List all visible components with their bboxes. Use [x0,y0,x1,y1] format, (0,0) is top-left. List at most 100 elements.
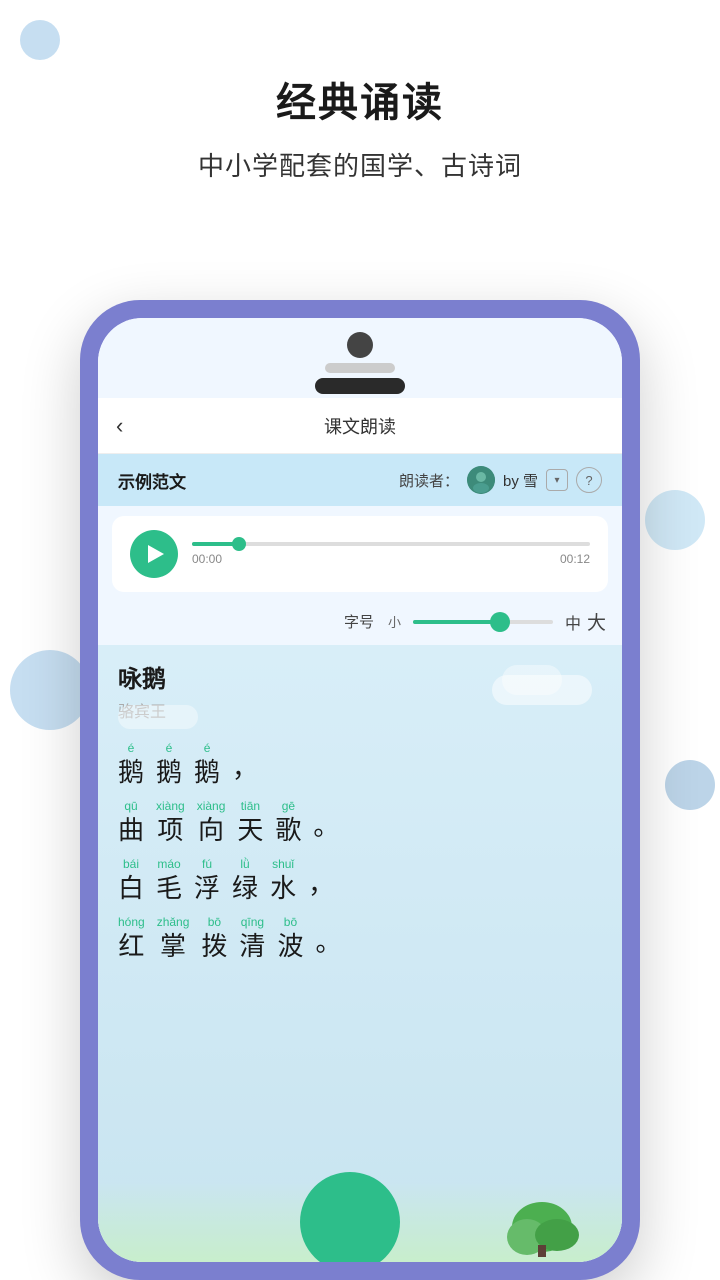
nav-title: 课文朗读 [324,413,396,439]
audio-player: 00:00 00:12 [112,516,608,592]
poem-line: é鹅é鹅é鹅， [118,740,602,788]
pinyin: fú [202,856,212,873]
sub-title: 中小学配套的国学、古诗词 [0,146,720,183]
pinyin: lǜ [240,856,249,873]
reading-header: 示例范文 朗读者： by 雪 ▾ ? [98,454,622,506]
decorative-bubble-br [665,760,715,810]
decorative-bubble-tr [645,490,705,550]
char-group: tiān天 [237,798,263,846]
dropdown-button[interactable]: ▾ [546,469,568,491]
font-slider-dot [490,612,510,632]
hanzi: 鹅 [194,757,220,788]
font-size-small[interactable]: 小 [388,612,401,631]
char-group: zhǎng掌 [157,914,190,962]
pinyin: qū [124,798,137,815]
char-group: é鹅 [118,740,144,788]
reader-avatar [467,466,495,494]
char-group: bō拨 [201,914,227,962]
time-total: 00:12 [560,552,590,566]
pinyin: é [128,740,135,757]
hanzi: 鹅 [118,757,144,788]
punctuation: ， [308,869,334,904]
pinyin: qīng [241,914,264,931]
pinyin: xiàng [156,798,185,815]
green-circle-deco [300,1172,400,1262]
reader-selector[interactable]: 朗读者： by 雪 ▾ ? [399,466,602,494]
progress-container[interactable]: 00:00 00:12 [192,542,590,566]
font-size-slider[interactable] [413,620,553,624]
decorative-bubble-tl [20,20,60,60]
hanzi: 掌 [160,931,186,962]
phone-inner-frame: ‹ 课文朗读 示例范文 朗读者： [98,318,622,1262]
char-group: é鹅 [156,740,182,788]
player-row: 00:00 00:12 [130,530,590,578]
punctuation: 。 [315,927,341,962]
hanzi: 绿 [232,873,258,904]
char-group: máo毛 [156,856,182,904]
pinyin: zhǎng [157,914,190,931]
progress-dot [232,537,246,551]
play-button[interactable] [130,530,178,578]
front-camera [347,332,373,358]
header-section: 经典诵读 中小学配套的国学、古诗词 [0,0,720,213]
hanzi: 项 [157,815,183,846]
cloud-deco-3 [118,705,198,729]
hanzi: 清 [239,931,265,962]
time-row: 00:00 00:12 [192,552,590,566]
font-slider-fill [413,620,497,624]
hanzi: 向 [198,815,224,846]
pinyin: bái [123,856,139,873]
help-button[interactable]: ? [576,467,602,493]
font-size-mid[interactable]: 中 [565,610,581,634]
phone-mockup: ‹ 课文朗读 示例范文 朗读者： [80,300,640,1280]
pinyin: máo [157,856,180,873]
char-group: é鹅 [194,740,220,788]
hanzi: 歌 [275,815,301,846]
pinyin: hóng [118,914,145,931]
char-group: xiàng向 [197,798,226,846]
nav-bar: ‹ 课文朗读 [98,398,622,454]
poem-lines: é鹅é鹅é鹅，qū曲xiàng项xiàng向tiān天gē歌。bái白máo毛f… [118,740,602,962]
char-group: qū曲 [118,798,144,846]
hanzi: 曲 [118,815,144,846]
hanzi: 天 [237,815,263,846]
poem-line: hóng红 zhǎng掌 bō拨 qīng清 bō波。 [118,914,602,962]
pinyin: gē [282,798,295,815]
pinyin: bō [284,914,297,931]
hanzi: 浮 [194,873,220,904]
hanzi: 毛 [156,873,182,904]
hanzi: 鹅 [156,757,182,788]
char-group: shuǐ水 [270,856,296,904]
hanzi: 红 [118,931,144,962]
font-size-large[interactable]: 大 [587,608,606,635]
main-title: 经典诵读 [0,70,720,128]
back-button[interactable]: ‹ [116,413,123,439]
char-group: bō波 [277,914,303,962]
decorative-bubble-bl [10,650,90,730]
hanzi: 白 [118,873,144,904]
reader-label: 朗读者： [399,470,459,491]
tree-decoration [502,1177,582,1262]
speaker-bar [325,363,395,373]
char-group: bái白 [118,856,144,904]
font-size-control: 字号 小 中 大 [98,602,622,645]
pinyin: tiān [241,798,260,815]
char-group: gē歌 [275,798,301,846]
char-group: hóng红 [118,914,145,962]
pinyin: é [204,740,211,757]
progress-bar[interactable] [192,542,590,546]
hanzi: 波 [277,931,303,962]
pinyin: é [166,740,173,757]
char-group: lǜ绿 [232,856,258,904]
char-group: fú浮 [194,856,220,904]
punctuation: ， [232,753,258,788]
bottom-decoration [98,1182,622,1262]
hanzi: 水 [270,873,296,904]
pinyin: shuǐ [272,856,294,873]
poem-line: qū曲xiàng项xiàng向tiān天gē歌。 [118,798,602,846]
char-group: qīng清 [239,914,265,962]
reader-name: by 雪 [503,470,538,491]
pill-notch [315,378,405,394]
char-group: xiàng项 [156,798,185,846]
poem-line: bái白 máo毛 fú浮 lǜ绿 shuǐ水 ， [118,856,602,904]
